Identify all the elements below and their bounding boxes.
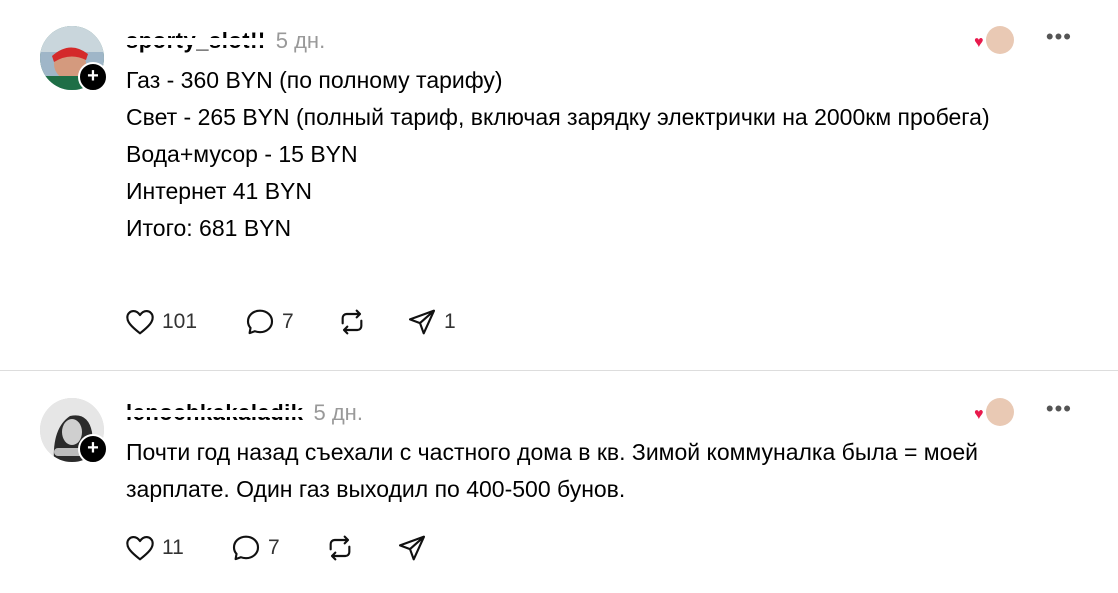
more-dots-icon: ••• bbox=[1045, 24, 1072, 49]
avatar bbox=[986, 398, 1014, 426]
comment-count: 7 bbox=[282, 310, 294, 333]
timestamp[interactable]: 5 дн. bbox=[276, 28, 325, 54]
action-bar: 11 7 bbox=[124, 532, 428, 564]
comment-count: 7 bbox=[268, 536, 280, 559]
more-dots-icon: ••• bbox=[1045, 396, 1072, 421]
post-text-line: Почти год назад съехали с частного дома … bbox=[126, 439, 979, 502]
post-header: sporty_slot!! 5 дн. bbox=[126, 26, 325, 56]
comment-button[interactable]: 7 bbox=[244, 306, 336, 338]
plus-icon: + bbox=[87, 65, 99, 87]
post-text-line: Свет - 265 BYN (полный тариф, включая за… bbox=[126, 104, 990, 130]
comment-bubble-icon bbox=[246, 309, 274, 335]
share-button[interactable]: 1 bbox=[406, 306, 456, 338]
send-icon bbox=[398, 535, 426, 561]
post: + lenochkakaladik 5 дн. ♥ ••• Почти год … bbox=[0, 372, 1118, 593]
post-text-line: Итого: 681 BYN bbox=[126, 215, 292, 241]
post-text-line: Вода+мусор - 15 BYN bbox=[126, 141, 358, 167]
heart-outline-icon bbox=[126, 536, 154, 561]
heart-icon: ♥ bbox=[974, 406, 984, 423]
like-button[interactable]: 101 bbox=[124, 306, 244, 338]
repost-button[interactable] bbox=[336, 306, 406, 338]
post-body: Почти год назад съехали с частного дома … bbox=[126, 434, 1046, 508]
post-body: Газ - 360 BYN (по полному тарифу) Свет -… bbox=[126, 62, 1046, 247]
heart-outline-icon bbox=[126, 310, 154, 335]
heart-icon: ♥ bbox=[974, 34, 984, 51]
reacted-user[interactable]: ♥ bbox=[974, 26, 1014, 56]
post: + sporty_slot!! 5 дн. ♥ ••• Газ - 360 BY… bbox=[0, 0, 1118, 370]
action-bar: 101 7 1 bbox=[124, 306, 456, 338]
follow-button[interactable]: + bbox=[78, 62, 108, 92]
like-count: 11 bbox=[162, 536, 184, 559]
reacted-user[interactable]: ♥ bbox=[974, 398, 1014, 428]
post-header: lenochkakaladik 5 дн. bbox=[126, 398, 363, 428]
avatar bbox=[986, 26, 1014, 54]
post-text-line: Газ - 360 BYN (по полному тарифу) bbox=[126, 67, 503, 93]
timestamp[interactable]: 5 дн. bbox=[313, 400, 362, 426]
repost-icon bbox=[341, 309, 363, 335]
username[interactable]: sporty_slot!! bbox=[126, 28, 266, 54]
post-text-line: Интернет 41 BYN bbox=[126, 178, 313, 204]
more-button[interactable]: ••• bbox=[1046, 24, 1072, 50]
comment-bubble-icon bbox=[232, 535, 260, 561]
divider bbox=[0, 370, 1118, 371]
repost-button[interactable] bbox=[324, 532, 396, 564]
follow-button[interactable]: + bbox=[78, 434, 108, 464]
plus-icon: + bbox=[87, 437, 99, 459]
username[interactable]: lenochkakaladik bbox=[126, 400, 303, 426]
send-icon bbox=[408, 309, 436, 335]
like-count: 101 bbox=[162, 310, 198, 333]
share-count: 1 bbox=[444, 310, 456, 333]
share-button[interactable] bbox=[396, 532, 428, 564]
repost-icon bbox=[329, 535, 351, 561]
comment-button[interactable]: 7 bbox=[230, 532, 324, 564]
like-button[interactable]: 11 bbox=[124, 532, 230, 564]
more-button[interactable]: ••• bbox=[1046, 396, 1072, 422]
